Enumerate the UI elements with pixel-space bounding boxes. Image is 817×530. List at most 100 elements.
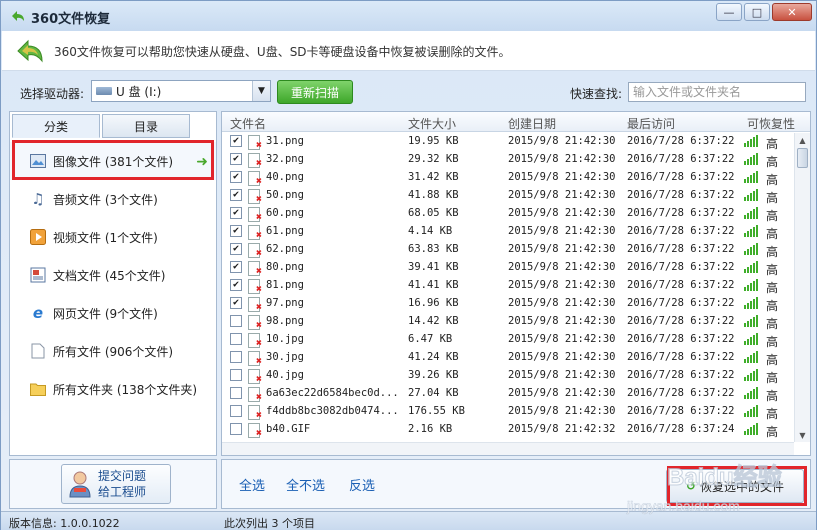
- select-none-link[interactable]: 全不选: [286, 475, 325, 494]
- category-audio[interactable]: ♫ 音频文件 (3个文件): [10, 180, 216, 218]
- table-row[interactable]: ✔ ✖ 81.png 41.41 KB 2015/9/8 21:42:30 2016/7/…: [222, 277, 792, 295]
- row-checkbox[interactable]: ✔: [230, 243, 242, 255]
- file-size: 63.83 KB: [408, 243, 459, 255]
- scroll-up-icon[interactable]: ▲: [795, 133, 810, 147]
- scroll-down-icon[interactable]: ▼: [795, 428, 810, 442]
- file-accessed: 2016/7/28 6:37:22: [627, 369, 735, 381]
- row-checkbox[interactable]: ✔: [230, 189, 242, 201]
- version-info: 版本信息: 1.0.0.1022: [9, 517, 120, 530]
- column-created[interactable]: 创建日期: [508, 115, 556, 132]
- category-label: 文档文件 (45个文件): [53, 268, 166, 283]
- close-button[interactable]: ✕: [772, 3, 812, 21]
- row-checkbox[interactable]: ✔: [230, 207, 242, 219]
- table-row[interactable]: ✖ 10.jpg 6.47 KB 2015/9/8 21:42:30 2016/7/28…: [222, 331, 792, 349]
- file-size: 31.42 KB: [408, 171, 459, 183]
- minimize-icon: —: [723, 5, 735, 19]
- file-name: 80.png: [266, 261, 304, 273]
- file-name: f4ddb8bc3082db0474...: [266, 405, 399, 417]
- chevron-down-icon[interactable]: ▼: [252, 81, 270, 101]
- table-row[interactable]: ✖ 30.jpg 41.24 KB 2015/9/8 21:42:30 2016/7/2…: [222, 349, 792, 367]
- row-checkbox[interactable]: ✔: [230, 225, 242, 237]
- file-created: 2015/9/8 21:42:30: [508, 405, 616, 417]
- minimize-button[interactable]: —: [716, 3, 742, 21]
- file-name: 10.jpg: [266, 333, 304, 345]
- table-row[interactable]: ✔ ✖ 80.png 39.41 KB 2015/9/8 21:42:30 2016/7/…: [222, 259, 792, 277]
- file-recoverability: 高: [766, 191, 779, 205]
- file-recoverability: 高: [766, 407, 779, 421]
- maximize-button[interactable]: □: [744, 3, 770, 21]
- row-checkbox[interactable]: ✔: [230, 135, 242, 147]
- category-web[interactable]: e 网页文件 (9个文件): [10, 294, 216, 332]
- horizontal-scrollbar[interactable]: [222, 442, 794, 455]
- row-checkbox[interactable]: [230, 351, 242, 363]
- file-accessed: 2016/7/28 6:37:22: [627, 171, 735, 183]
- file-accessed: 2016/7/28 6:37:22: [627, 153, 735, 165]
- category-video[interactable]: 视频文件 (1个文件): [10, 218, 216, 256]
- row-checkbox[interactable]: [230, 333, 242, 345]
- deleted-file-icon: ✖: [248, 315, 262, 331]
- file-created: 2015/9/8 21:42:30: [508, 225, 616, 237]
- column-header: 文件名 文件大小 创建日期 最后访问 可恢复性: [222, 112, 810, 132]
- select-all-link[interactable]: 全选: [239, 475, 265, 494]
- signal-icon: [744, 207, 758, 219]
- table-row[interactable]: ✔ ✖ 40.png 31.42 KB 2015/9/8 21:42:30 2016/7/…: [222, 169, 792, 187]
- deleted-file-icon: ✖: [248, 261, 262, 277]
- row-checkbox[interactable]: ✔: [230, 297, 242, 309]
- signal-icon: [744, 135, 758, 147]
- scroll-thumb[interactable]: [797, 148, 808, 168]
- title-bar[interactable]: 360文件恢复 — □ ✕: [1, 1, 816, 31]
- table-row[interactable]: ✔ ✖ 31.png 19.95 KB 2015/9/8 21:42:30 2016/7/…: [222, 133, 792, 151]
- row-checkbox[interactable]: [230, 387, 242, 399]
- row-checkbox[interactable]: [230, 405, 242, 417]
- category-documents[interactable]: 文档文件 (45个文件): [10, 256, 216, 294]
- file-accessed: 2016/7/28 6:37:22: [627, 351, 735, 363]
- file-created: 2015/9/8 21:42:30: [508, 243, 616, 255]
- drive-select[interactable]: U 盘 (I:) ▼: [91, 80, 271, 102]
- column-name[interactable]: 文件名: [230, 115, 266, 132]
- row-checkbox[interactable]: ✔: [230, 279, 242, 291]
- row-checkbox[interactable]: ✔: [230, 153, 242, 165]
- table-row[interactable]: ✖ 6a63ec22d6584bec0d... 27.04 KB 2015/9/8 2…: [222, 385, 792, 403]
- table-row[interactable]: ✔ ✖ 60.png 68.05 KB 2015/9/8 21:42:30 2016/7/…: [222, 205, 792, 223]
- table-row[interactable]: ✔ ✖ 61.png 4.14 KB 2015/9/8 21:42:30 2016/7/2…: [222, 223, 792, 241]
- column-size[interactable]: 文件大小: [408, 115, 456, 132]
- table-row[interactable]: ✖ b40.GIF 2.16 KB 2015/9/8 21:42:32 2016/7/2…: [222, 421, 792, 439]
- invert-selection-link[interactable]: 反选: [349, 475, 375, 494]
- table-row[interactable]: ✖ 40.jpg 39.26 KB 2015/9/8 21:42:30 2016/7/2…: [222, 367, 792, 385]
- file-created: 2015/9/8 21:42:30: [508, 261, 616, 273]
- file-recoverability: 高: [766, 137, 779, 151]
- signal-icon: [744, 423, 758, 435]
- category-all-files[interactable]: 所有文件 (906个文件): [10, 332, 216, 370]
- status-summary: 此次列出 3 个项目: [224, 517, 315, 530]
- table-row[interactable]: ✔ ✖ 50.png 41.88 KB 2015/9/8 21:42:30 2016/7/…: [222, 187, 792, 205]
- row-checkbox[interactable]: ✔: [230, 261, 242, 273]
- vertical-scrollbar[interactable]: ▲ ▼: [794, 133, 810, 442]
- table-row[interactable]: ✔ ✖ 97.png 16.96 KB 2015/9/8 21:42:30 2016/7/…: [222, 295, 792, 313]
- file-created: 2015/9/8 21:42:30: [508, 189, 616, 201]
- row-checkbox[interactable]: [230, 369, 242, 381]
- file-size: 68.05 KB: [408, 207, 459, 219]
- category-all-folders[interactable]: 所有文件夹 (138个文件夹): [10, 370, 216, 408]
- file-size: 39.26 KB: [408, 369, 459, 381]
- file-created: 2015/9/8 21:42:30: [508, 297, 616, 309]
- category-label: 网页文件 (9个文件): [53, 306, 158, 321]
- row-checkbox[interactable]: [230, 315, 242, 327]
- signal-icon: [744, 279, 758, 291]
- column-recoverability[interactable]: 可恢复性: [747, 115, 795, 132]
- column-accessed[interactable]: 最后访问: [627, 115, 675, 132]
- row-checkbox[interactable]: ✔: [230, 171, 242, 183]
- tab-directory[interactable]: 目录: [102, 114, 190, 138]
- search-input[interactable]: [628, 82, 806, 102]
- file-name: 6a63ec22d6584bec0d...: [266, 387, 399, 399]
- file-accessed: 2016/7/28 6:37:22: [627, 315, 735, 327]
- file-created: 2015/9/8 21:42:30: [508, 135, 616, 147]
- table-row[interactable]: ✔ ✖ 32.png 29.32 KB 2015/9/8 21:42:30 2016/7/…: [222, 151, 792, 169]
- table-row[interactable]: ✖ 98.png 14.42 KB 2015/9/8 21:42:30 2016/7/2…: [222, 313, 792, 331]
- row-checkbox[interactable]: [230, 423, 242, 435]
- file-name: 30.jpg: [266, 351, 304, 363]
- table-row[interactable]: ✖ f4ddb8bc3082db0474... 176.55 KB 2015/9/8 …: [222, 403, 792, 421]
- table-row[interactable]: ✔ ✖ 62.png 63.83 KB 2015/9/8 21:42:30 2016/7/…: [222, 241, 792, 259]
- ask-engineer-button[interactable]: 提交问题 给工程师: [61, 464, 171, 504]
- rescan-button[interactable]: 重新扫描: [277, 80, 353, 104]
- tab-category[interactable]: 分类: [12, 114, 100, 138]
